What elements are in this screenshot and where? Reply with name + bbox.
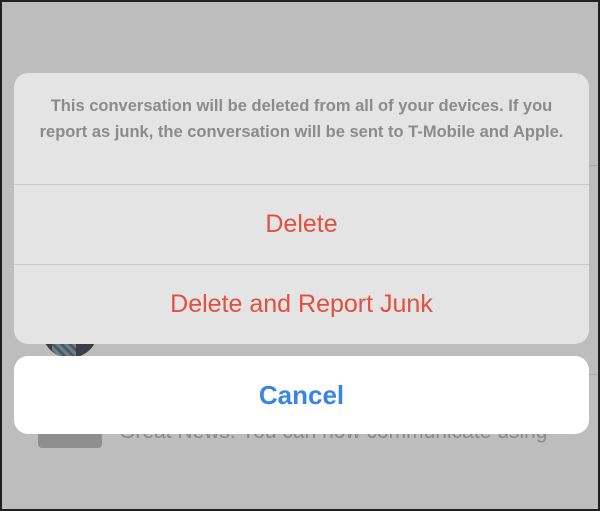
delete-button[interactable]: Delete bbox=[14, 185, 589, 265]
action-sheet: This conversation will be deleted from a… bbox=[14, 73, 589, 344]
action-sheet-message: This conversation will be deleted from a… bbox=[14, 73, 589, 185]
screen: Great News! You can now communicate usin… bbox=[0, 0, 600, 511]
cancel-button[interactable]: Cancel bbox=[14, 356, 589, 434]
delete-and-report-junk-button[interactable]: Delete and Report Junk bbox=[14, 265, 589, 344]
